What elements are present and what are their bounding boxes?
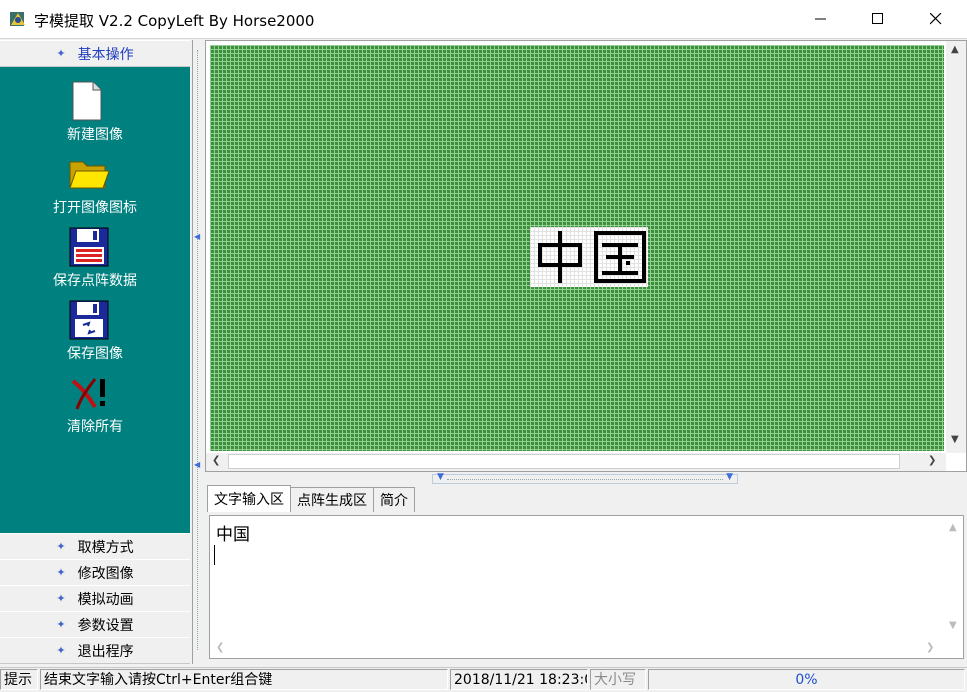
clear-all-button[interactable]: 清除所有 [0,373,190,443]
group-header-basic[interactable]: ✦ 基本操作 [0,40,190,67]
status-message: 结束文字输入请按Ctrl+Enter组合键 [40,669,448,690]
title-bar: 字模提取 V2.2 CopyLeft By Horse2000 [0,0,967,39]
status-caps: 大小写 [590,669,646,690]
tab-text-input[interactable]: 文字输入区 [207,485,291,512]
scroll-left-arrow-icon[interactable]: ❮ [216,642,224,653]
window-title: 字模提取 V2.2 CopyLeft By Horse2000 [34,12,315,30]
text-vertical-scrollbar[interactable]: ▲ ▼ [945,516,963,640]
scroll-up-arrow-icon[interactable]: ▲ [949,522,957,533]
group-header-settings[interactable]: ✦ 参数设置 [0,611,190,638]
status-label: 提示 [0,669,38,690]
new-image-button[interactable]: 新建图像 [0,81,190,151]
status-bar: 提示 结束文字输入请按Ctrl+Enter组合键 2018/11/21 18:2… [0,667,967,692]
tool-label: 打开图像图标 [53,200,137,216]
save-dot-data-button[interactable]: 保存点阵数据 [0,227,190,297]
canvas-view: ▲ ▼ ❮ ❯ [205,40,967,472]
left-panel: ✦ 基本操作 新建图像 打开图像图标 保存点阵数据 保存图像 清除所有 ✦ 取模… [0,40,193,664]
minimize-button[interactable] [798,0,844,38]
canvas-vertical-scrollbar[interactable]: ▲ ▼ [946,41,966,453]
open-image-button[interactable]: 打开图像图标 [0,154,190,224]
tab-strip: 文字输入区 点阵生成区 简介 [207,485,415,513]
canvas-horizontal-scrollbar[interactable]: ❮ ❯ [206,453,946,471]
group-header-mode[interactable]: ✦ 取模方式 [0,533,190,560]
expand-star-icon: ✦ [56,566,66,579]
group-header-edit-image[interactable]: ✦ 修改图像 [0,559,190,586]
expand-star-icon: ✦ [56,618,66,631]
folder-open-icon [69,154,110,194]
clear-all-icon [69,373,105,413]
scroll-down-arrow-icon[interactable]: ▼ [949,620,957,631]
save-image-icon [69,300,109,340]
text-horizontal-scrollbar[interactable]: ❮ ❯ [210,640,945,658]
status-progress: 0% [648,669,965,690]
maximize-icon [872,13,883,24]
collapse-down-arrow-icon[interactable]: ▼ [726,472,733,482]
status-datetime: 2018/11/21 18:23:06 [450,669,588,690]
group-header-exit[interactable]: ✦ 退出程序 [0,637,190,664]
glyph-preview[interactable] [530,227,648,287]
group-header-label: 参数设置 [77,617,134,634]
group-header-label: 修改图像 [77,565,134,582]
collapse-left-arrow-icon[interactable]: ◀ [194,460,200,469]
scroll-down-arrow-icon[interactable]: ▼ [951,434,959,445]
splitter-grip [197,50,198,650]
splitter-grip [447,479,723,480]
group-header-label: 模拟动画 [77,591,134,608]
close-icon [930,13,942,25]
minimize-icon [815,18,826,20]
tool-label: 保存图像 [67,346,123,362]
scroll-right-arrow-icon[interactable]: ❯ [926,642,934,653]
vertical-splitter[interactable]: ◀ ◀ [193,40,203,664]
group-header-label: 退出程序 [77,643,134,660]
tab-about[interactable]: 简介 [373,487,415,512]
expand-star-icon: ✦ [56,644,66,657]
app-icon [8,9,28,29]
pixel-grid-canvas[interactable] [210,45,944,451]
glyph-pixels [538,231,646,283]
tool-label: 新建图像 [67,127,123,143]
input-text: 中国 [216,525,250,545]
new-document-icon [69,81,105,121]
group-header-label: 取模方式 [77,539,134,556]
scroll-right-arrow-icon[interactable]: ❯ [928,455,936,466]
save-image-button[interactable]: 保存图像 [0,300,190,370]
tab-dot-matrix[interactable]: 点阵生成区 [290,487,374,512]
maximize-button[interactable] [855,0,901,38]
group-header-label: 基本操作 [77,46,134,63]
text-input-area[interactable]: 中国 ▲ ▼ ❮ ❯ [209,515,964,659]
text-caret [214,545,215,565]
expand-star-icon: ✦ [56,47,66,60]
close-button[interactable] [913,0,959,38]
expand-star-icon: ✦ [56,592,66,605]
expand-star-icon: ✦ [56,540,66,553]
scroll-up-arrow-icon[interactable]: ▲ [951,44,959,55]
group-header-animation[interactable]: ✦ 模拟动画 [0,585,190,612]
basic-operations-panel: 新建图像 打开图像图标 保存点阵数据 保存图像 清除所有 [0,67,190,572]
save-dot-data-icon [69,227,109,267]
tool-label: 保存点阵数据 [53,273,137,289]
horizontal-splitter[interactable]: ▼ ▼ [432,472,738,484]
scrollbar-thumb[interactable] [228,454,900,469]
collapse-left-arrow-icon[interactable]: ◀ [194,232,200,241]
scroll-left-arrow-icon[interactable]: ❮ [212,455,220,466]
collapse-down-arrow-icon[interactable]: ▼ [437,472,444,482]
tool-label: 清除所有 [67,419,123,435]
